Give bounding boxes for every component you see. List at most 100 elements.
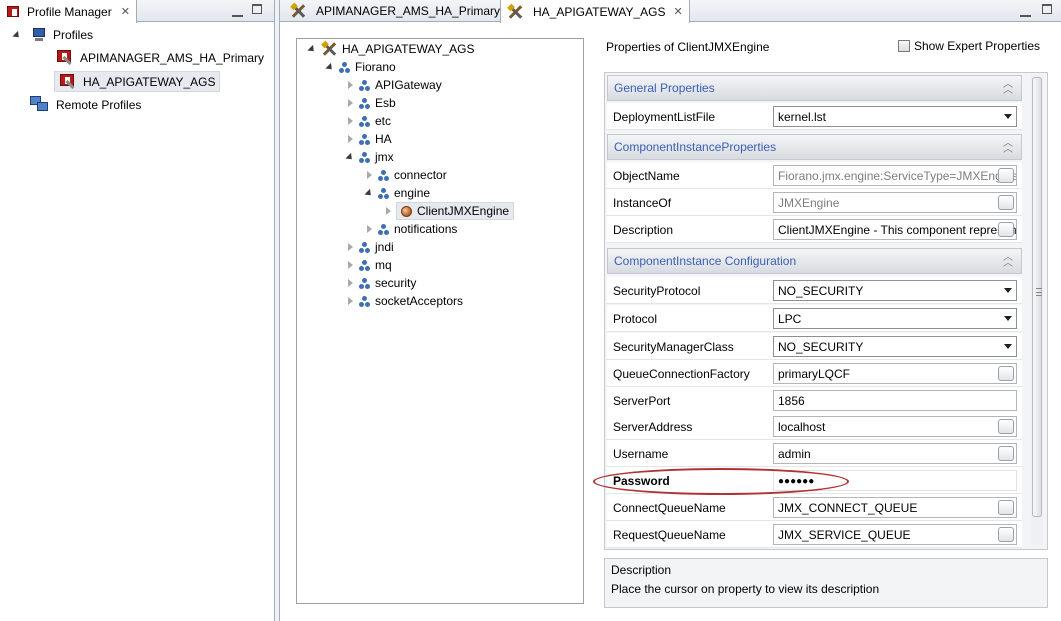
tree-node[interactable]: notifications (364, 220, 457, 238)
collapsed-icon[interactable] (345, 296, 355, 306)
vertical-scrollbar[interactable] (1031, 75, 1043, 545)
maximize-icon[interactable] (1042, 4, 1052, 17)
collapse-icon[interactable]: ︿ ︿ (1003, 253, 1013, 269)
property-row: Username admin (607, 440, 1022, 467)
queue-connection-factory-field[interactable]: primaryLQCF (773, 363, 1017, 384)
collapsed-icon[interactable] (345, 278, 355, 288)
protocol-select[interactable]: LPC (773, 308, 1017, 329)
ellipsis-button[interactable] (998, 500, 1014, 515)
tree-node-label: socketAcceptors (375, 294, 464, 308)
expanded-icon[interactable] (345, 152, 355, 162)
section-label: ComponentInstanceProperties (614, 140, 777, 154)
property-row: QueueConnectionFactory primaryLQCF (607, 360, 1022, 387)
section-component-instance-properties[interactable]: ComponentInstanceProperties ︿ ︿ (607, 134, 1022, 160)
maximize-icon[interactable] (252, 4, 262, 17)
close-icon[interactable]: ✕ (121, 5, 130, 18)
collapsed-icon[interactable] (345, 80, 355, 90)
property-name: InstanceOf (613, 196, 672, 210)
collapse-icon[interactable]: ︿ ︿ (1003, 139, 1013, 155)
collapsed-icon[interactable] (345, 260, 355, 270)
dropdown-arrow-icon[interactable] (1004, 344, 1012, 349)
property-value: ●●●●●● (778, 476, 815, 487)
dropdown-arrow-icon[interactable] (1004, 316, 1012, 321)
node-icon (378, 223, 389, 235)
ellipsis-button[interactable] (998, 527, 1014, 542)
property-name: ConnectQueueName (613, 501, 726, 515)
collapsed-icon[interactable] (364, 224, 374, 234)
collapsed-icon[interactable] (345, 242, 355, 252)
server-address-field[interactable]: localhost (773, 416, 1017, 437)
tree-node[interactable]: APIGateway (345, 76, 442, 94)
password-field[interactable]: ●●●●●● (773, 470, 1017, 491)
server-port-field[interactable]: 1856 (773, 390, 1017, 411)
ellipsis-button[interactable] (998, 446, 1014, 461)
tree-node-label: notifications (394, 222, 458, 236)
show-expert-label: Show Expert Properties (913, 39, 1040, 53)
section-general-properties[interactable]: General Properties ︿ ︿ (607, 75, 1022, 101)
security-protocol-select[interactable]: NO_SECURITY (773, 280, 1017, 301)
connect-queue-name-field[interactable]: JMX_CONNECT_QUEUE (773, 497, 1017, 518)
ellipsis-button[interactable] (998, 366, 1014, 381)
security-manager-class-select[interactable]: NO_SECURITY (773, 336, 1017, 357)
tree-node[interactable]: security (345, 274, 416, 292)
object-name-field[interactable]: Fiorano.jmx.engine:ServiceType=JMXEngine (773, 165, 1017, 186)
node-icon (359, 259, 370, 271)
tree-item-profile-selected[interactable]: HA_APIGATEWAY_AGS (54, 71, 221, 92)
description-field[interactable]: ClientJMXEngine - This component represe… (773, 219, 1017, 240)
expanded-icon[interactable] (364, 188, 374, 198)
tree-node-fiorano[interactable]: Fiorano (325, 58, 396, 76)
tab-profile-manager[interactable]: Profile Manager ✕ (0, 0, 137, 23)
tree-node[interactable]: etc (345, 112, 391, 130)
tree-node-label: etc (375, 114, 392, 128)
ellipsis-button[interactable] (998, 419, 1014, 434)
show-expert-checkbox[interactable] (897, 40, 910, 52)
node-icon (359, 133, 370, 145)
tree-node[interactable]: socketAcceptors (345, 292, 463, 310)
minimize-icon[interactable] (232, 8, 243, 20)
close-icon[interactable]: ✕ (673, 5, 682, 18)
collapsed-icon[interactable] (345, 98, 355, 108)
tree-node-jmx[interactable]: jmx (345, 148, 394, 166)
scrollbar-thumb[interactable] (1032, 77, 1042, 517)
dropdown-arrow-icon[interactable] (1004, 288, 1012, 293)
tree-node[interactable]: Esb (345, 94, 396, 112)
ellipsis-button[interactable] (998, 168, 1014, 183)
tree-root[interactable]: HA_APIGATEWAY_AGS (307, 40, 474, 58)
tree-node[interactable]: HA (345, 130, 392, 148)
expanded-icon[interactable] (307, 44, 317, 54)
tree-item-profile[interactable]: APIMANAGER_AMS_HA_Primary (56, 49, 264, 67)
tree-node[interactable]: jndi (345, 238, 394, 256)
selected-node[interactable]: ClientJMXEngine (396, 202, 515, 220)
description-text: Place the cursor on property to view its… (611, 582, 880, 596)
node-icon (378, 187, 389, 199)
request-queue-name-field[interactable]: JMX_SERVICE_QUEUE (773, 524, 1017, 545)
tree-node-clientjmxengine[interactable]: ClientJMXEngine (383, 202, 515, 220)
expanded-icon[interactable] (12, 30, 22, 40)
instance-of-field[interactable]: JMXEngine (773, 192, 1017, 213)
tree-item-profiles[interactable]: Profiles (12, 26, 93, 44)
tree-node-engine[interactable]: engine (364, 184, 430, 202)
tree-node[interactable]: connector (364, 166, 447, 184)
expanded-icon[interactable] (325, 62, 335, 72)
property-value: NO_SECURITY (778, 340, 864, 354)
tab-label: APIMANAGER_AMS_HA_Primary (316, 4, 501, 18)
collapse-icon[interactable]: ︿ ︿ (1003, 80, 1013, 96)
profile-icon (56, 49, 74, 67)
show-expert-toggle[interactable]: Show Expert Properties (897, 39, 1040, 53)
section-component-instance-configuration[interactable]: ComponentInstance Configuration ︿ ︿ (607, 248, 1022, 274)
deployment-list-file-select[interactable]: kernel.lst (773, 106, 1017, 127)
tab-ha-apigateway[interactable]: HA_APIGATEWAY_AGS ✕ (500, 0, 690, 23)
collapsed-icon[interactable] (364, 170, 374, 180)
collapsed-icon[interactable] (345, 116, 355, 126)
collapsed-icon[interactable] (383, 206, 393, 216)
tree-node-label: Esb (375, 96, 396, 110)
dropdown-arrow-icon[interactable] (1004, 114, 1012, 119)
minimize-icon[interactable] (1020, 8, 1031, 20)
tree-node[interactable]: mq (345, 256, 392, 274)
tab-apimanager[interactable]: APIMANAGER_AMS_HA_Primary (284, 0, 506, 22)
ellipsis-button[interactable] (998, 195, 1014, 210)
ellipsis-button[interactable] (998, 222, 1014, 237)
collapsed-icon[interactable] (345, 134, 355, 144)
username-field[interactable]: admin (773, 443, 1017, 464)
tree-item-remote-profiles[interactable]: Remote Profiles (30, 96, 141, 114)
